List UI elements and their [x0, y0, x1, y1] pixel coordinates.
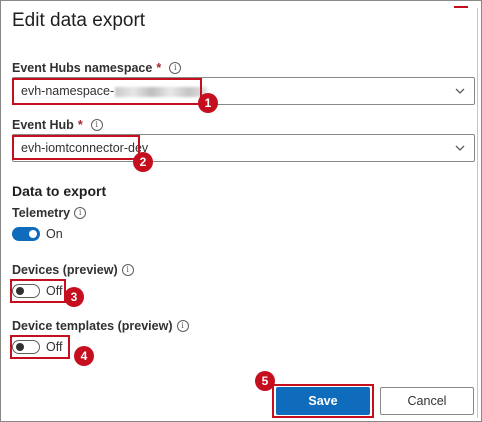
- callout-badge-3: 3: [64, 287, 84, 307]
- event-hub-label-text: Event Hub: [12, 118, 74, 132]
- callout-box-1: [12, 78, 202, 105]
- cancel-button[interactable]: Cancel: [380, 387, 474, 415]
- info-icon[interactable]: i: [169, 62, 182, 74]
- telemetry-toggle[interactable]: [12, 227, 40, 241]
- info-icon[interactable]: i: [176, 320, 189, 332]
- callout-badge-1: 1: [198, 93, 218, 113]
- callout-box-3: [10, 279, 66, 303]
- close-mark: [454, 6, 468, 8]
- info-icon[interactable]: i: [74, 207, 87, 219]
- callout-badge-2: 2: [133, 152, 153, 172]
- required-mark: *: [156, 61, 162, 75]
- callout-box-4: [10, 335, 70, 359]
- save-button[interactable]: Save: [276, 387, 370, 415]
- chevron-down-icon: [455, 145, 465, 151]
- info-icon[interactable]: i: [90, 119, 103, 131]
- required-mark: *: [77, 118, 83, 132]
- callout-box-2: [12, 135, 140, 160]
- scrollbar-track: [477, 8, 478, 418]
- devices-label: Devices (preview) i: [12, 263, 134, 277]
- device-templates-label: Device templates (preview) i: [12, 319, 189, 333]
- namespace-label: Event Hubs namespace * i: [12, 61, 182, 75]
- telemetry-state: On: [46, 227, 63, 241]
- chevron-down-icon: [455, 88, 465, 94]
- info-icon[interactable]: i: [121, 264, 134, 276]
- event-hub-label: Event Hub * i: [12, 118, 103, 132]
- namespace-label-text: Event Hubs namespace: [12, 61, 153, 75]
- callout-badge-4: 4: [74, 346, 94, 366]
- section-title: Data to export: [12, 183, 107, 199]
- dialog-title: Edit data export: [12, 10, 146, 31]
- telemetry-label: Telemetry i: [12, 206, 87, 220]
